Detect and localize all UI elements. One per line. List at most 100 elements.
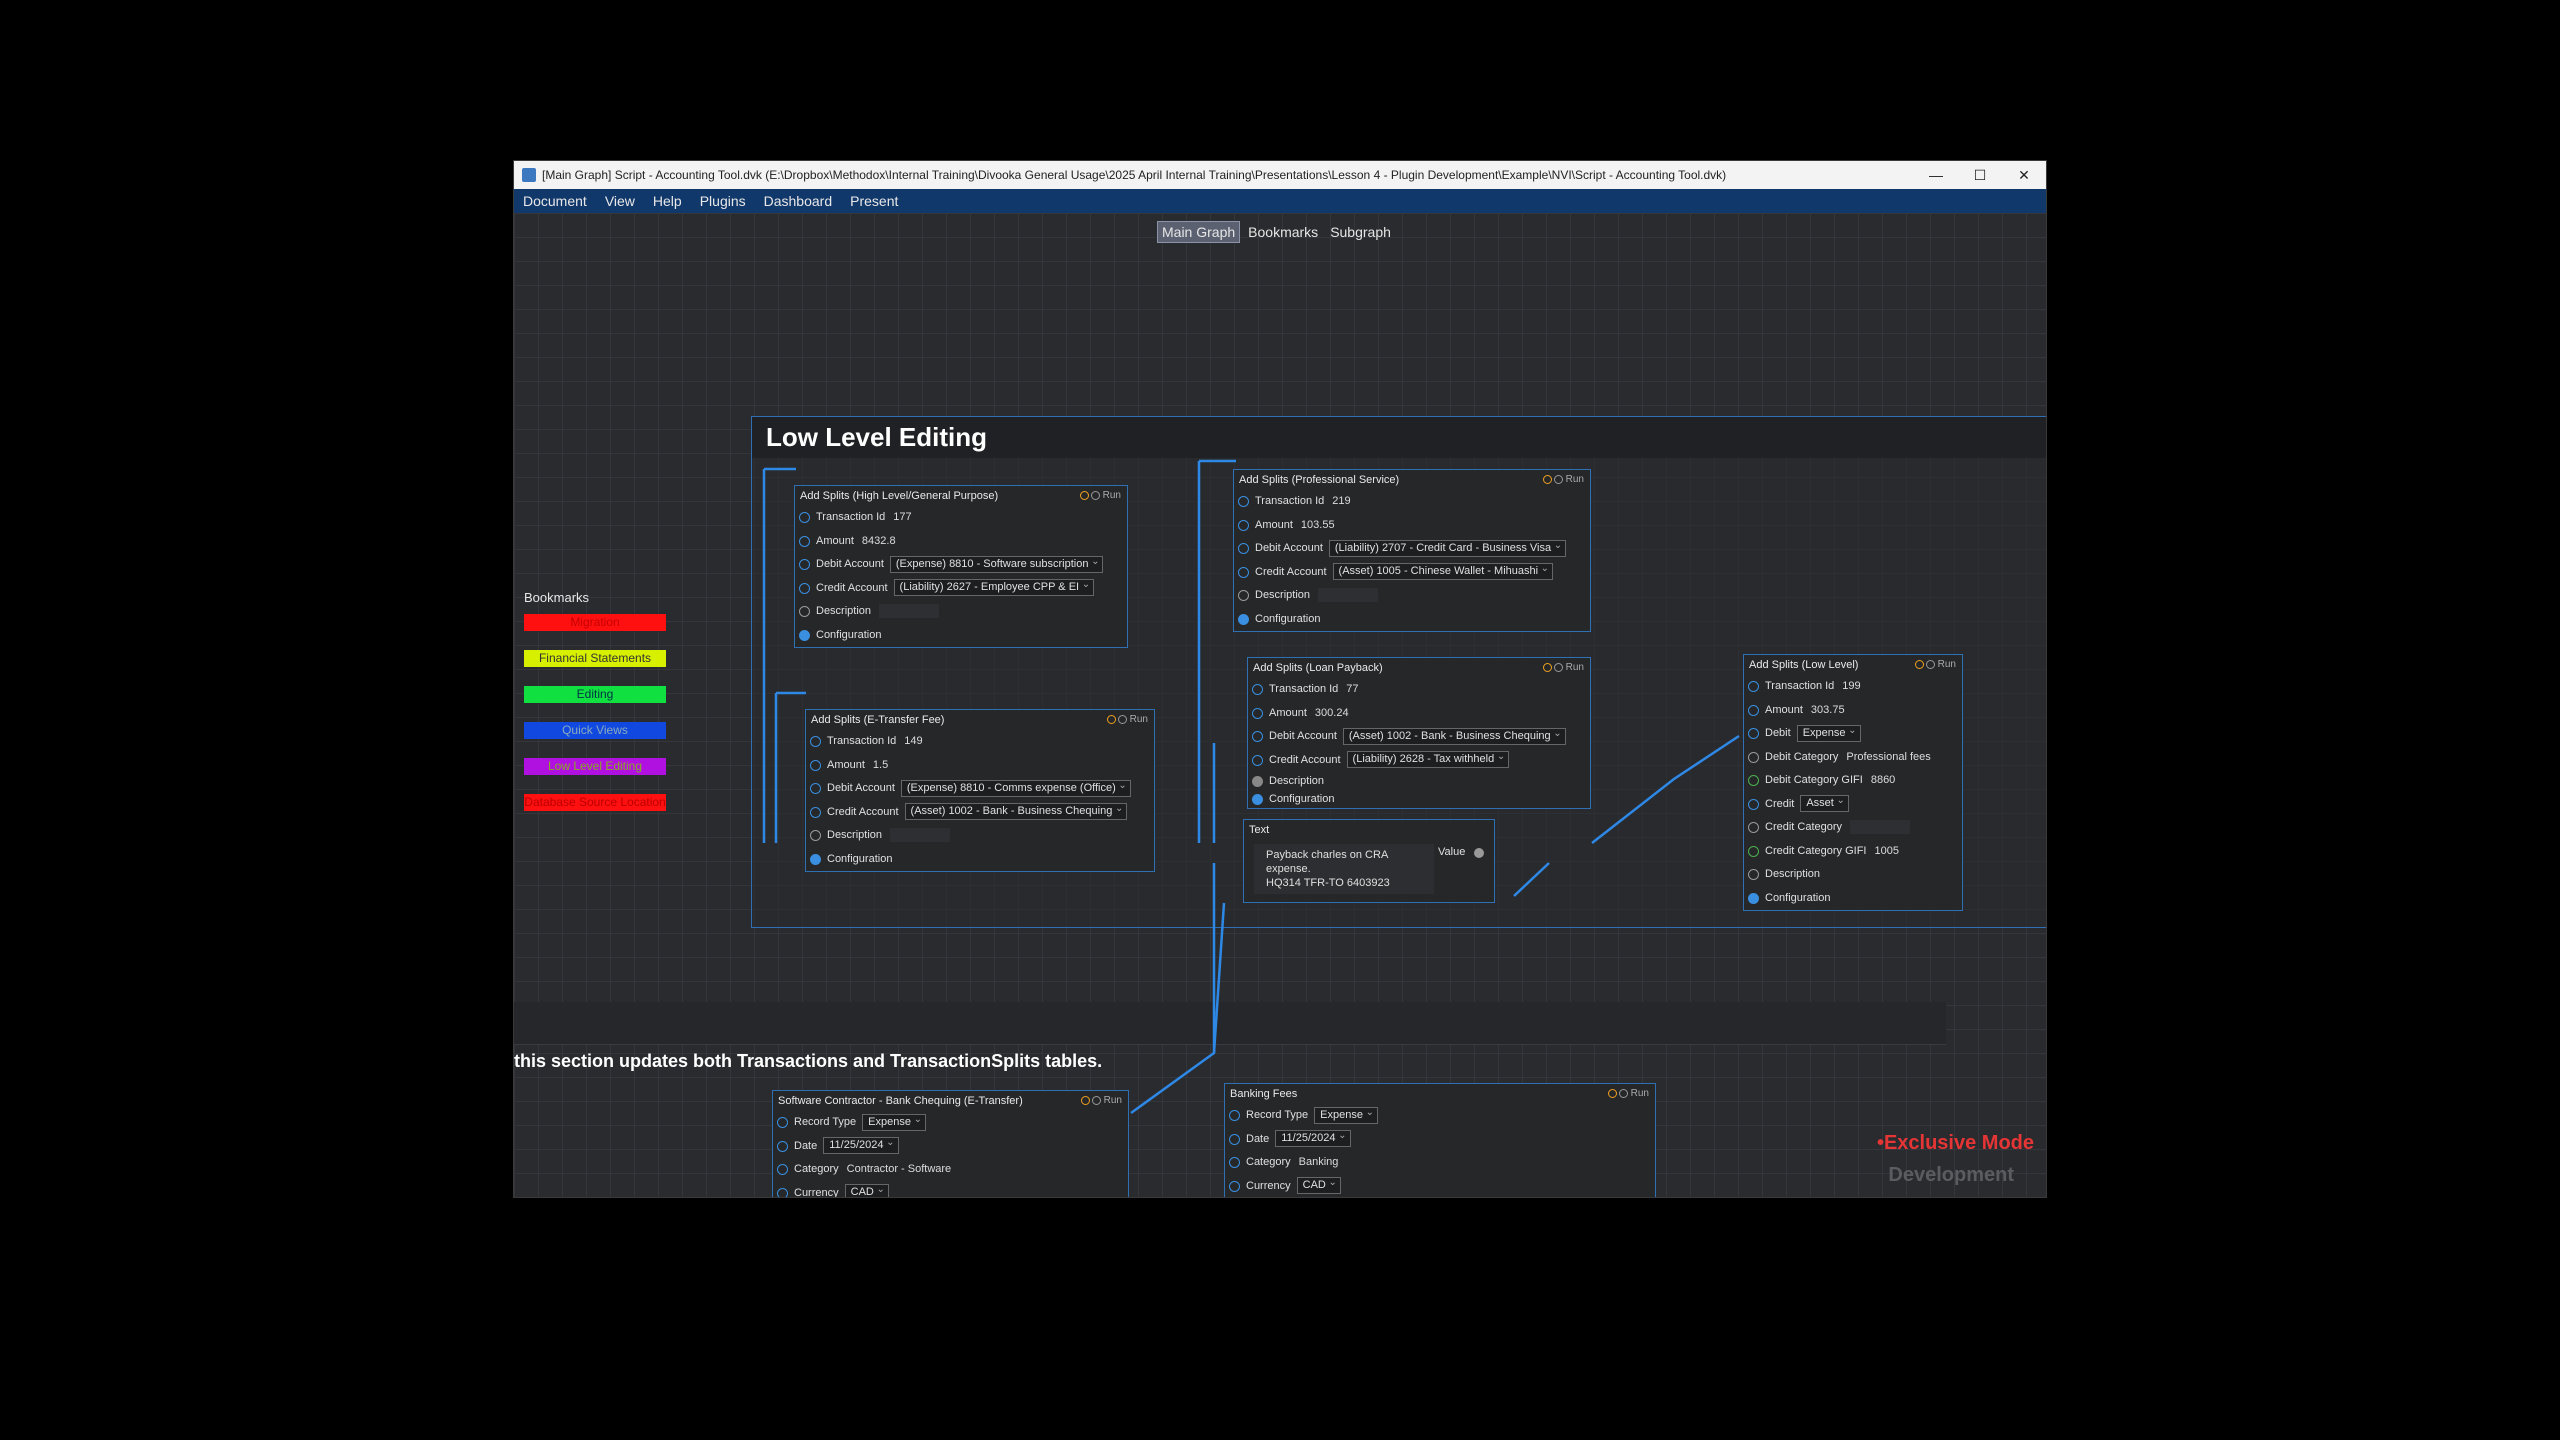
pin-icon[interactable] [799, 559, 810, 570]
menu-dashboard[interactable]: Dashboard [755, 189, 842, 213]
bookmark-editing[interactable]: Editing [524, 686, 666, 703]
pin-icon[interactable] [1238, 496, 1249, 507]
node-add-splits-etransfer[interactable]: Add Splits (E-Transfer Fee) Run Transact… [805, 709, 1155, 872]
pin-icon[interactable] [1252, 754, 1263, 766]
pin-icon[interactable] [1238, 566, 1249, 578]
bookmark-migration[interactable]: Migration [524, 614, 666, 631]
pin-icon[interactable] [1238, 519, 1249, 531]
credit-category-input[interactable] [1850, 820, 1911, 835]
run-button[interactable]: Run [1631, 1088, 1649, 1099]
menu-view[interactable]: View [596, 189, 644, 213]
minimize-button[interactable]: — [1914, 161, 1958, 189]
bookmark-database-source[interactable]: Database Source Location [524, 794, 666, 811]
debit-account-select[interactable]: (Expense) 8810 - Comms expense (Office) [900, 778, 1131, 797]
title-bar[interactable]: [Main Graph] Script - Accounting Tool.dv… [514, 161, 2046, 189]
node-software-contractor[interactable]: Software Contractor - Bank Chequing (E-T… [772, 1090, 1129, 1197]
debit-category-value[interactable]: Professional fees [1846, 746, 1930, 770]
credit-account-select[interactable]: (Asset) 1002 - Bank - Business Chequing [904, 801, 1128, 821]
close-button[interactable]: ✕ [2002, 161, 2046, 189]
menu-help[interactable]: Help [644, 189, 691, 213]
pin-icon[interactable] [799, 535, 810, 547]
pin-icon[interactable] [777, 1187, 788, 1197]
pin-icon[interactable] [777, 1164, 788, 1175]
transaction-id-value[interactable]: 177 [893, 506, 911, 530]
node-add-splits-professional[interactable]: Add Splits (Professional Service) Run Tr… [1233, 469, 1591, 632]
debit-select[interactable]: Expense [1796, 723, 1861, 742]
node-add-splits-low-level[interactable]: Add Splits (Low Level) Run Transaction I… [1743, 654, 1963, 911]
currency-select[interactable]: CAD [844, 1182, 889, 1197]
description-input[interactable] [879, 604, 940, 619]
pin-icon[interactable] [1748, 798, 1759, 810]
pin-icon[interactable] [810, 853, 821, 865]
pin-icon[interactable] [777, 1117, 788, 1128]
pin-icon[interactable] [1748, 681, 1759, 692]
pin-icon[interactable] [799, 606, 810, 617]
date-picker[interactable]: 11/25/2024 [1275, 1128, 1351, 1148]
pin-icon[interactable] [1252, 776, 1263, 787]
pin-icon[interactable] [1229, 1133, 1240, 1145]
pin-icon[interactable] [799, 512, 810, 523]
amount-value[interactable]: 8432.8 [862, 530, 896, 554]
bookmark-financial-statements[interactable]: Financial Statements [524, 650, 666, 667]
node-header[interactable]: Text [1244, 820, 1494, 840]
pin-icon[interactable] [1229, 1180, 1240, 1192]
pin-icon[interactable] [1748, 845, 1759, 857]
pin-icon[interactable] [799, 582, 810, 594]
pin-icon[interactable] [810, 736, 821, 747]
node-header[interactable]: Add Splits (Loan Payback) Run [1248, 658, 1590, 678]
record-type-select[interactable]: Expense [862, 1112, 926, 1131]
amount-value[interactable]: 300.24 [1315, 702, 1349, 726]
pin-icon[interactable] [1238, 590, 1249, 601]
text-body[interactable]: Payback charles on CRA expense. HQ314 TF… [1254, 844, 1434, 894]
pin-icon[interactable] [1252, 731, 1263, 742]
credit-gifi-value[interactable]: 1005 [1874, 840, 1898, 864]
pin-icon[interactable] [1238, 613, 1249, 625]
pin-icon[interactable] [1748, 728, 1759, 739]
pin-icon[interactable] [810, 759, 821, 771]
record-type-select[interactable]: Expense [1314, 1105, 1378, 1124]
pin-icon[interactable] [1748, 775, 1759, 786]
pin-icon[interactable] [1748, 892, 1759, 904]
debit-account-select[interactable]: (Expense) 8810 - Software subscription [889, 554, 1104, 573]
run-button[interactable]: Run [1103, 490, 1121, 501]
node-text[interactable]: Text Payback charles on CRA expense. HQ3… [1243, 819, 1495, 903]
pin-icon[interactable] [799, 629, 810, 641]
pin-icon[interactable] [1229, 1157, 1240, 1168]
category-value[interactable]: Banking [1299, 1151, 1339, 1175]
pin-icon[interactable] [1238, 543, 1249, 554]
pin-icon[interactable] [777, 1140, 788, 1152]
maximize-button[interactable]: ☐ [1958, 161, 2002, 189]
bookmark-low-level-editing[interactable]: Low Level Editing [524, 758, 666, 775]
node-add-splits-general[interactable]: Add Splits (High Level/General Purpose) … [794, 485, 1128, 648]
transaction-id-value[interactable]: 77 [1346, 678, 1358, 702]
run-button[interactable]: Run [1566, 662, 1584, 673]
node-header[interactable]: Software Contractor - Bank Chequing (E-T… [773, 1091, 1128, 1111]
pin-icon[interactable] [1748, 751, 1759, 763]
bookmark-quick-views[interactable]: Quick Views [524, 722, 666, 739]
debit-account-select[interactable]: (Liability) 2707 - Credit Card - Busines… [1328, 538, 1567, 557]
description-input[interactable] [890, 828, 951, 843]
node-banking-fees[interactable]: Banking Fees Run Record Type Expense Date… [1224, 1083, 1656, 1197]
run-button[interactable]: Run [1130, 714, 1148, 725]
transaction-id-value[interactable]: 149 [904, 730, 922, 754]
debit-account-select[interactable]: (Asset) 1002 - Bank - Business Chequing [1342, 726, 1566, 745]
debit-gifi-value[interactable]: 8860 [1871, 769, 1895, 793]
menu-plugins[interactable]: Plugins [691, 189, 755, 213]
node-header[interactable]: Banking Fees Run [1225, 1084, 1655, 1104]
pin-icon[interactable] [1748, 822, 1759, 833]
node-header[interactable]: Add Splits (Professional Service) Run [1234, 470, 1590, 490]
credit-account-select[interactable]: (Asset) 1005 - Chinese Wallet - Mihuashi [1332, 561, 1554, 581]
run-button[interactable]: Run [1938, 659, 1956, 670]
run-button[interactable]: Run [1566, 474, 1584, 485]
pin-icon[interactable] [1748, 869, 1759, 880]
credit-select[interactable]: Asset [1800, 793, 1849, 813]
run-button[interactable]: Run [1104, 1095, 1122, 1106]
node-header[interactable]: Add Splits (E-Transfer Fee) Run [806, 710, 1154, 730]
pin-icon[interactable] [1252, 794, 1263, 805]
pin-icon[interactable] [1748, 704, 1759, 716]
node-header[interactable]: Add Splits (Low Level) Run [1744, 655, 1962, 675]
category-value[interactable]: Contractor - Software [847, 1158, 952, 1182]
amount-value[interactable]: 103.55 [1301, 514, 1335, 538]
graph-canvas[interactable]: Main Graph Bookmarks Subgraph Low Level Ed… [514, 213, 2046, 1197]
transaction-id-value[interactable]: 199 [1842, 675, 1860, 699]
